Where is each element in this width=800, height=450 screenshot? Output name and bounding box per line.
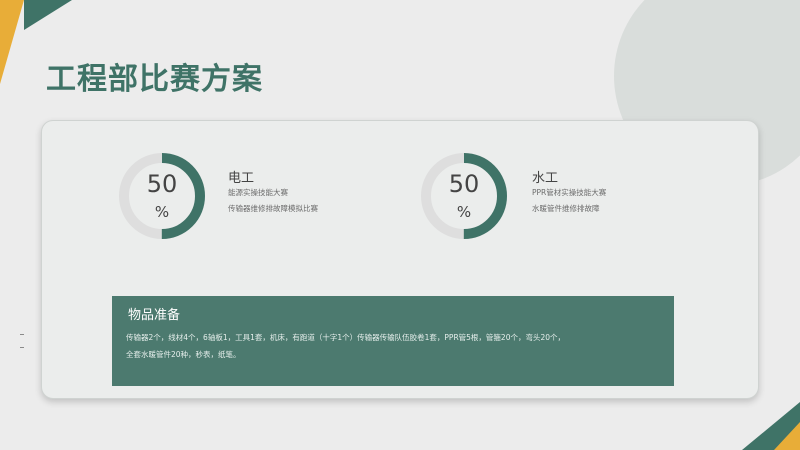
item-description-line: 水暖管件维修排故障 xyxy=(532,204,600,213)
item-description-line: 传输器维修排故障模拟比赛 xyxy=(228,204,318,213)
item-title-plumber: 水工 xyxy=(532,171,559,186)
item-description-line: 能源实操技能大赛 xyxy=(228,188,288,197)
supplies-text-line: 传输器2个，线材4个，6轴板1，工具1套，机床，有跑道（十字1个）传输器传输队伍… xyxy=(126,333,566,342)
side-tick-mark xyxy=(20,334,24,335)
side-tick-mark xyxy=(20,347,24,348)
ring-percent-unit: % xyxy=(154,203,170,221)
ring-percent-value: 50 xyxy=(146,170,178,198)
supplies-panel: 物品准备 传输器2个，线材4个，6轴板1，工具1套，机床，有跑道（十字1个）传输… xyxy=(112,296,674,386)
progress-ring-electrician: 50 % xyxy=(115,149,209,243)
ring-percent-value: 50 xyxy=(448,170,480,198)
content-card: 50 % 电工 能源实操技能大赛 传输器维修排故障模拟比赛 50 % 水工 PP… xyxy=(41,120,759,399)
item-title-electrician: 电工 xyxy=(228,171,255,186)
page-title: 工程部比赛方案 xyxy=(46,62,263,97)
corner-decoration-bottom-right xyxy=(742,402,800,450)
ring-percent-unit: % xyxy=(456,203,472,221)
supplies-text-line: 全套水暖管件20种，秒表，纸笔。 xyxy=(126,350,241,359)
progress-ring-plumber: 50 % xyxy=(417,149,511,243)
item-description-line: PPR管材实操技能大赛 xyxy=(532,188,607,197)
supplies-title: 物品准备 xyxy=(128,308,181,323)
